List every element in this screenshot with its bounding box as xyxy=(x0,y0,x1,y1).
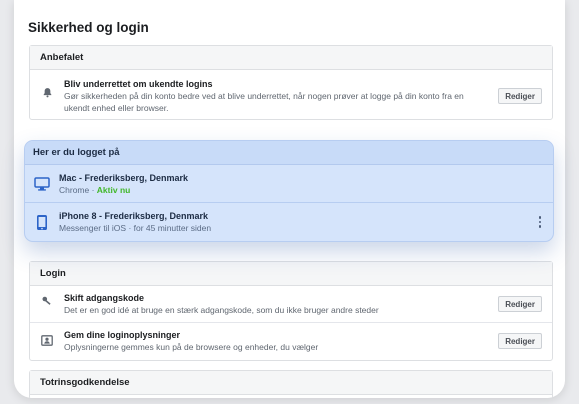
change-password-row[interactable]: Skift adgangskode Det er en god idé at b… xyxy=(30,286,552,323)
active-status: Aktiv nu xyxy=(96,184,131,195)
login-section: Login Skift adgangskode Det er en god id… xyxy=(29,261,553,361)
save-login-info-row[interactable]: Gem dine loginoplysninger Oplysningerne … xyxy=(30,323,552,360)
where-logged-in-header: Her er du logget på xyxy=(25,141,553,165)
session-title: Mac - Frederiksberg, Denmark xyxy=(59,172,189,183)
edit-button[interactable]: Rediger xyxy=(498,88,542,104)
page-title: Sikkerhed og login xyxy=(28,20,149,35)
login-header: Login xyxy=(30,262,552,286)
row-title: Bliv underrettet om ukendte logins xyxy=(64,79,213,89)
more-options-icon[interactable] xyxy=(535,214,545,230)
row-subtitle: Oplysningerne gemmes kun på de browsere … xyxy=(64,342,319,352)
session-subtitle: Messenger til iOS · for 45 minutter side… xyxy=(59,223,212,233)
two-factor-section: Totrinsgodkendelse xyxy=(29,370,553,398)
row-title: Gem dine loginoplysninger xyxy=(64,330,181,340)
edit-button[interactable]: Rediger xyxy=(498,333,542,349)
session-title: iPhone 8 - Frederiksberg, Denmark xyxy=(59,211,209,221)
session-subtitle: Chrome · xyxy=(59,184,97,195)
row-subtitle: Gør sikkerheden på din konto bedre ved a… xyxy=(64,91,464,101)
two-factor-header: Totrinsgodkendelse xyxy=(30,371,552,395)
phone-icon xyxy=(33,213,51,231)
id-card-icon xyxy=(40,333,54,347)
recommended-section: Anbefalet Bliv underrettet om ukendte lo… xyxy=(29,45,553,120)
key-icon xyxy=(40,294,54,308)
desktop-icon xyxy=(33,175,51,193)
row-subtitle: Det er en god idé at bruge en stærk adga… xyxy=(64,305,379,315)
bell-icon xyxy=(40,85,54,99)
edit-button[interactable]: Rediger xyxy=(498,296,542,312)
recommended-header: Anbefalet xyxy=(30,46,552,70)
where-logged-in-panel: Her er du logget på Mac - Frederiksberg,… xyxy=(24,140,554,242)
unknown-login-alerts-row[interactable]: Bliv underrettet om ukendte logins Gør s… xyxy=(30,70,552,119)
row-title: Skift adgangskode xyxy=(64,293,145,303)
session-row-mac[interactable]: Mac - Frederiksberg, Denmark Chrome · Ak… xyxy=(25,165,553,203)
row-subtitle-continued: ukendt enhed eller browser. xyxy=(64,103,169,113)
session-row-iphone[interactable]: iPhone 8 - Frederiksberg, Denmark Messen… xyxy=(25,203,553,241)
